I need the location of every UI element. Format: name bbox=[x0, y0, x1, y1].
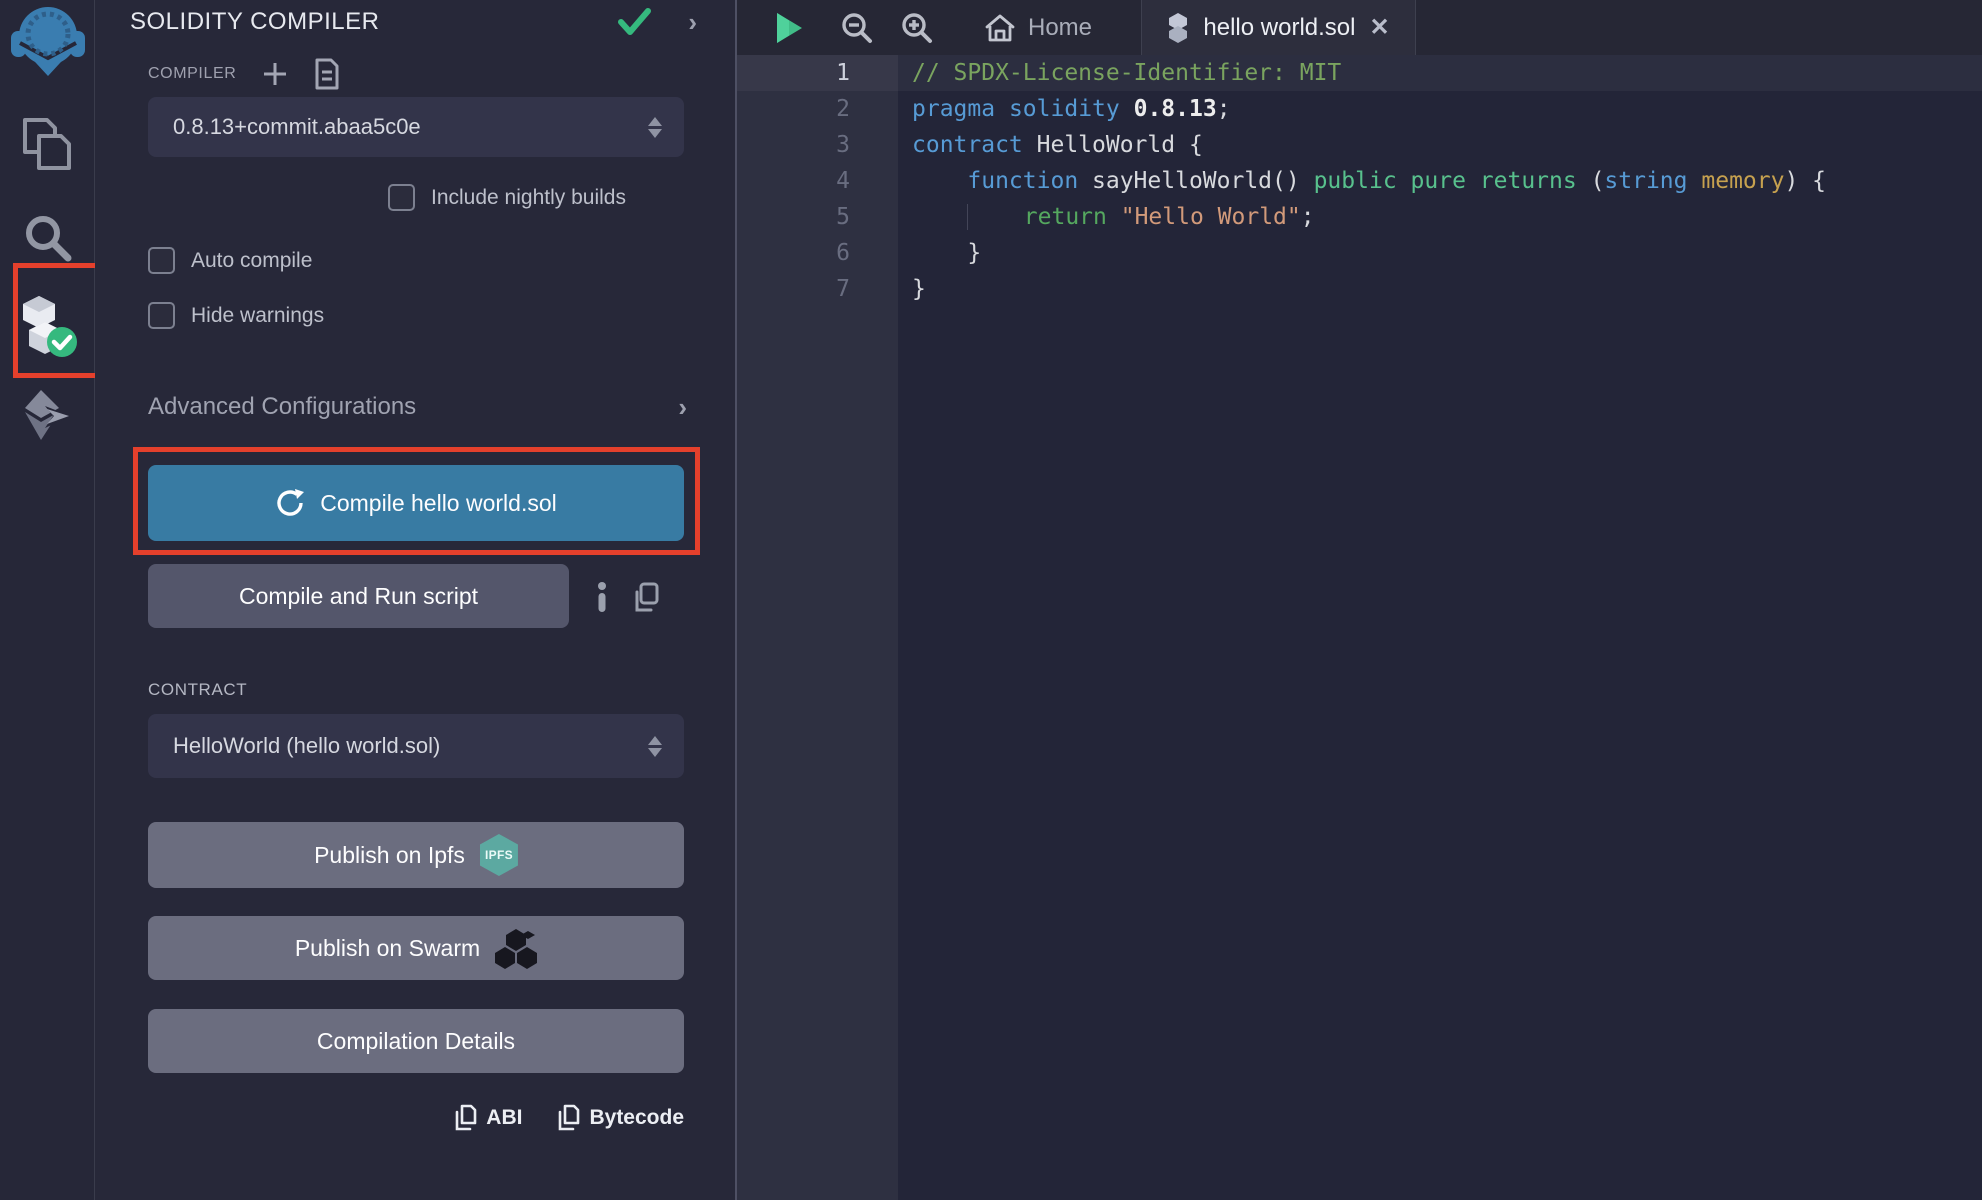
code-line[interactable]: 1// SPDX-License-Identifier: MIT bbox=[737, 55, 1982, 91]
zoom-in-icon[interactable] bbox=[901, 12, 933, 44]
line-number: 4 bbox=[737, 163, 898, 199]
add-compiler-icon[interactable] bbox=[262, 61, 288, 87]
solidity-compiler-panel: SOLIDITY COMPILER › COMPILER 0.8.13+comm… bbox=[95, 0, 735, 1200]
line-number: 1 bbox=[737, 55, 898, 91]
include-nightly-label: Include nightly builds bbox=[431, 186, 626, 210]
compile-button[interactable]: Compile hello world.sol bbox=[148, 465, 684, 541]
code-line-text: } bbox=[898, 235, 981, 271]
copy-icon bbox=[558, 1104, 580, 1131]
code-line-text: return "Hello World"; bbox=[898, 199, 1315, 235]
line-number: 2 bbox=[737, 91, 898, 127]
code-line[interactable]: 2pragma solidity 0.8.13; bbox=[737, 91, 1982, 127]
compile-run-helpers bbox=[595, 582, 659, 612]
compile-button-label: Compile hello world.sol bbox=[320, 490, 557, 517]
bytecode-label: Bytecode bbox=[589, 1106, 684, 1130]
active-file-tab[interactable]: hello world.sol ✕ bbox=[1141, 0, 1416, 55]
activity-bar bbox=[0, 0, 95, 1200]
editor-tabbar: Home hello world.sol ✕ bbox=[737, 0, 1982, 55]
refresh-icon bbox=[275, 488, 305, 518]
abi-bytecode-row: ABI Bytecode bbox=[148, 1104, 684, 1131]
ipfs-icon: IPFS bbox=[480, 834, 518, 876]
compilation-details-label: Compilation Details bbox=[317, 1028, 515, 1055]
auto-compile-label: Auto compile bbox=[191, 249, 312, 273]
hide-warnings-checkbox[interactable] bbox=[148, 302, 175, 329]
auto-compile-checkbox[interactable] bbox=[148, 247, 175, 274]
solidity-file-icon bbox=[1167, 13, 1189, 43]
code-line[interactable]: 6 } bbox=[737, 235, 1982, 271]
home-icon bbox=[985, 14, 1015, 42]
file-explorer-icon[interactable] bbox=[0, 116, 95, 174]
copy-bytecode-button[interactable]: Bytecode bbox=[558, 1104, 684, 1131]
code-line[interactable]: 4 function sayHelloWorld() public pure r… bbox=[737, 163, 1982, 199]
hide-warnings-label: Hide warnings bbox=[191, 304, 324, 328]
publish-swarm-label: Publish on Swarm bbox=[295, 935, 480, 962]
compiler-section-label: COMPILER bbox=[148, 65, 236, 83]
home-tab[interactable]: Home bbox=[985, 14, 1092, 42]
home-tab-label: Home bbox=[1028, 14, 1092, 42]
copy-icon bbox=[455, 1104, 477, 1131]
hide-warnings-row: Hide warnings bbox=[148, 302, 324, 329]
select-arrows-icon bbox=[648, 117, 662, 138]
compile-and-run-button[interactable]: Compile and Run script bbox=[148, 564, 569, 628]
compiler-section-header: COMPILER bbox=[148, 58, 340, 90]
code-line-text: // SPDX-License-Identifier: MIT bbox=[898, 55, 1341, 91]
line-number: 6 bbox=[737, 235, 898, 271]
editor-pane: Home hello world.sol ✕ 1// SPDX-License-… bbox=[735, 0, 1982, 1200]
code-lines: 1// SPDX-License-Identifier: MIT2pragma … bbox=[737, 55, 1982, 307]
remix-logo bbox=[0, 4, 95, 78]
deploy-run-icon[interactable] bbox=[0, 388, 95, 442]
code-line[interactable]: 7} bbox=[737, 271, 1982, 307]
code-line[interactable]: 5 return "Hello World"; bbox=[737, 199, 1982, 235]
search-icon[interactable] bbox=[0, 213, 95, 263]
code-line-text: pragma solidity 0.8.13; bbox=[898, 91, 1231, 127]
compiler-version-value: 0.8.13+commit.abaa5c0e bbox=[173, 114, 648, 140]
solidity-compiler-icon[interactable] bbox=[0, 296, 95, 358]
run-script-icon[interactable] bbox=[775, 12, 803, 44]
publish-ipfs-button[interactable]: Publish on Ipfs IPFS bbox=[148, 822, 684, 888]
copy-abi-button[interactable]: ABI bbox=[455, 1104, 522, 1131]
compile-and-run-label: Compile and Run script bbox=[239, 583, 478, 610]
compilation-details-button[interactable]: Compilation Details bbox=[148, 1009, 684, 1073]
line-number: 3 bbox=[737, 127, 898, 163]
contract-select-value: HelloWorld (hello world.sol) bbox=[173, 733, 648, 759]
contract-select[interactable]: HelloWorld (hello world.sol) bbox=[148, 714, 684, 778]
compile-success-check-icon bbox=[618, 8, 652, 36]
swarm-icon bbox=[495, 927, 537, 969]
copy-icon[interactable] bbox=[633, 582, 659, 612]
select-arrows-icon bbox=[648, 736, 662, 757]
abi-label: ABI bbox=[486, 1106, 522, 1130]
code-line-text: function sayHelloWorld() public pure ret… bbox=[898, 163, 1826, 199]
code-editor[interactable]: 1// SPDX-License-Identifier: MIT2pragma … bbox=[737, 55, 1982, 1200]
line-number: 7 bbox=[737, 271, 898, 307]
include-nightly-row: Include nightly builds bbox=[388, 184, 626, 211]
zoom-out-icon[interactable] bbox=[841, 12, 873, 44]
auto-compile-row: Auto compile bbox=[148, 247, 312, 274]
publish-ipfs-label: Publish on Ipfs bbox=[314, 842, 465, 869]
close-tab-icon[interactable]: ✕ bbox=[1369, 16, 1389, 40]
include-nightly-checkbox[interactable] bbox=[388, 184, 415, 211]
panel-collapse-chevron-icon[interactable]: › bbox=[688, 9, 697, 35]
code-line-text: contract HelloWorld { bbox=[898, 127, 1203, 163]
code-line-text: } bbox=[898, 271, 926, 307]
line-number: 5 bbox=[737, 199, 898, 235]
advanced-configurations-label: Advanced Configurations bbox=[148, 393, 678, 421]
contract-section-label: CONTRACT bbox=[148, 680, 247, 700]
compiler-config-file-icon[interactable] bbox=[314, 58, 340, 90]
advanced-configurations-toggle[interactable]: Advanced Configurations › bbox=[148, 393, 687, 421]
compiler-version-select[interactable]: 0.8.13+commit.abaa5c0e bbox=[148, 97, 684, 157]
publish-swarm-button[interactable]: Publish on Swarm bbox=[148, 916, 684, 980]
info-icon[interactable] bbox=[595, 582, 609, 612]
code-line[interactable]: 3contract HelloWorld { bbox=[737, 127, 1982, 163]
active-file-tab-label: hello world.sol bbox=[1203, 14, 1355, 42]
panel-header: SOLIDITY COMPILER › bbox=[130, 8, 697, 36]
panel-title: SOLIDITY COMPILER bbox=[130, 8, 618, 36]
advanced-chevron-icon: › bbox=[678, 394, 687, 420]
